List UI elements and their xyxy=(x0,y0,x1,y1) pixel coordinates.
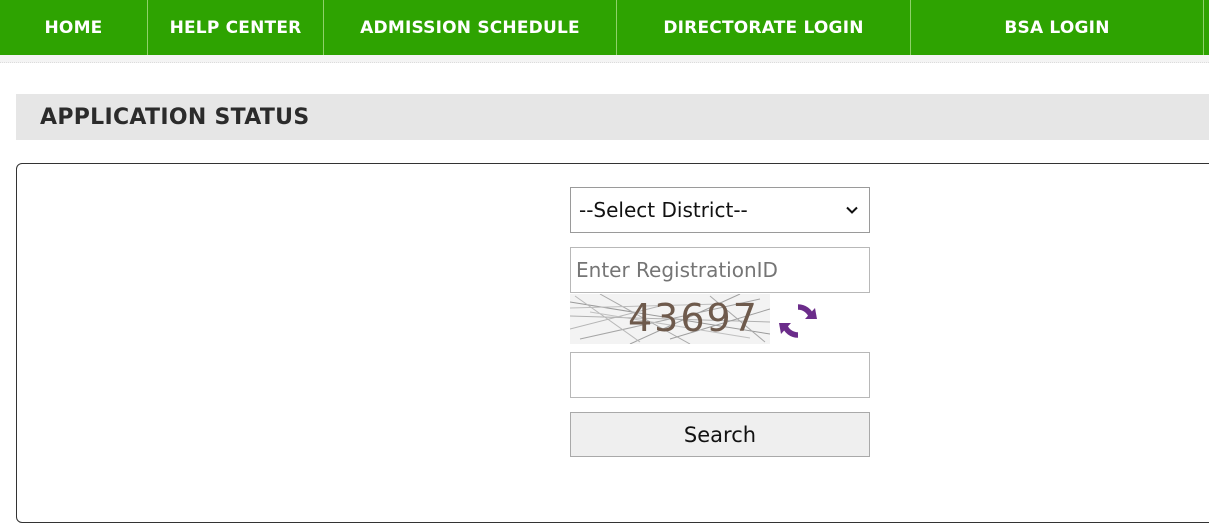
main-nav: HOME HELP CENTER ADMISSION SCHEDULE DIRE… xyxy=(0,0,1209,55)
chevron-down-icon xyxy=(845,203,859,217)
captcha-input[interactable] xyxy=(570,352,870,398)
registration-id-input[interactable] xyxy=(570,247,870,293)
search-button[interactable]: Search xyxy=(570,412,870,457)
nav-divider-strip xyxy=(0,55,1209,63)
refresh-icon[interactable] xyxy=(777,300,819,342)
nav-home[interactable]: HOME xyxy=(0,0,148,55)
captcha-row: 43697 xyxy=(570,294,870,344)
district-select[interactable]: --Select District-- xyxy=(570,187,870,233)
nav-help-center[interactable]: HELP CENTER xyxy=(148,0,324,55)
captcha-image: 43697 xyxy=(570,294,770,344)
nav-admission-schedule[interactable]: ADMISSION SCHEDULE xyxy=(324,0,617,55)
nav-directorate-login[interactable]: DIRECTORATE LOGIN xyxy=(617,0,911,55)
district-select-value: --Select District-- xyxy=(579,198,748,222)
nav-overflow xyxy=(1204,0,1209,55)
nav-bsa-login[interactable]: BSA LOGIN xyxy=(911,0,1204,55)
page-title: APPLICATION STATUS xyxy=(40,104,310,130)
section-header: APPLICATION STATUS xyxy=(16,94,1209,140)
captcha-text: 43697 xyxy=(628,296,759,340)
